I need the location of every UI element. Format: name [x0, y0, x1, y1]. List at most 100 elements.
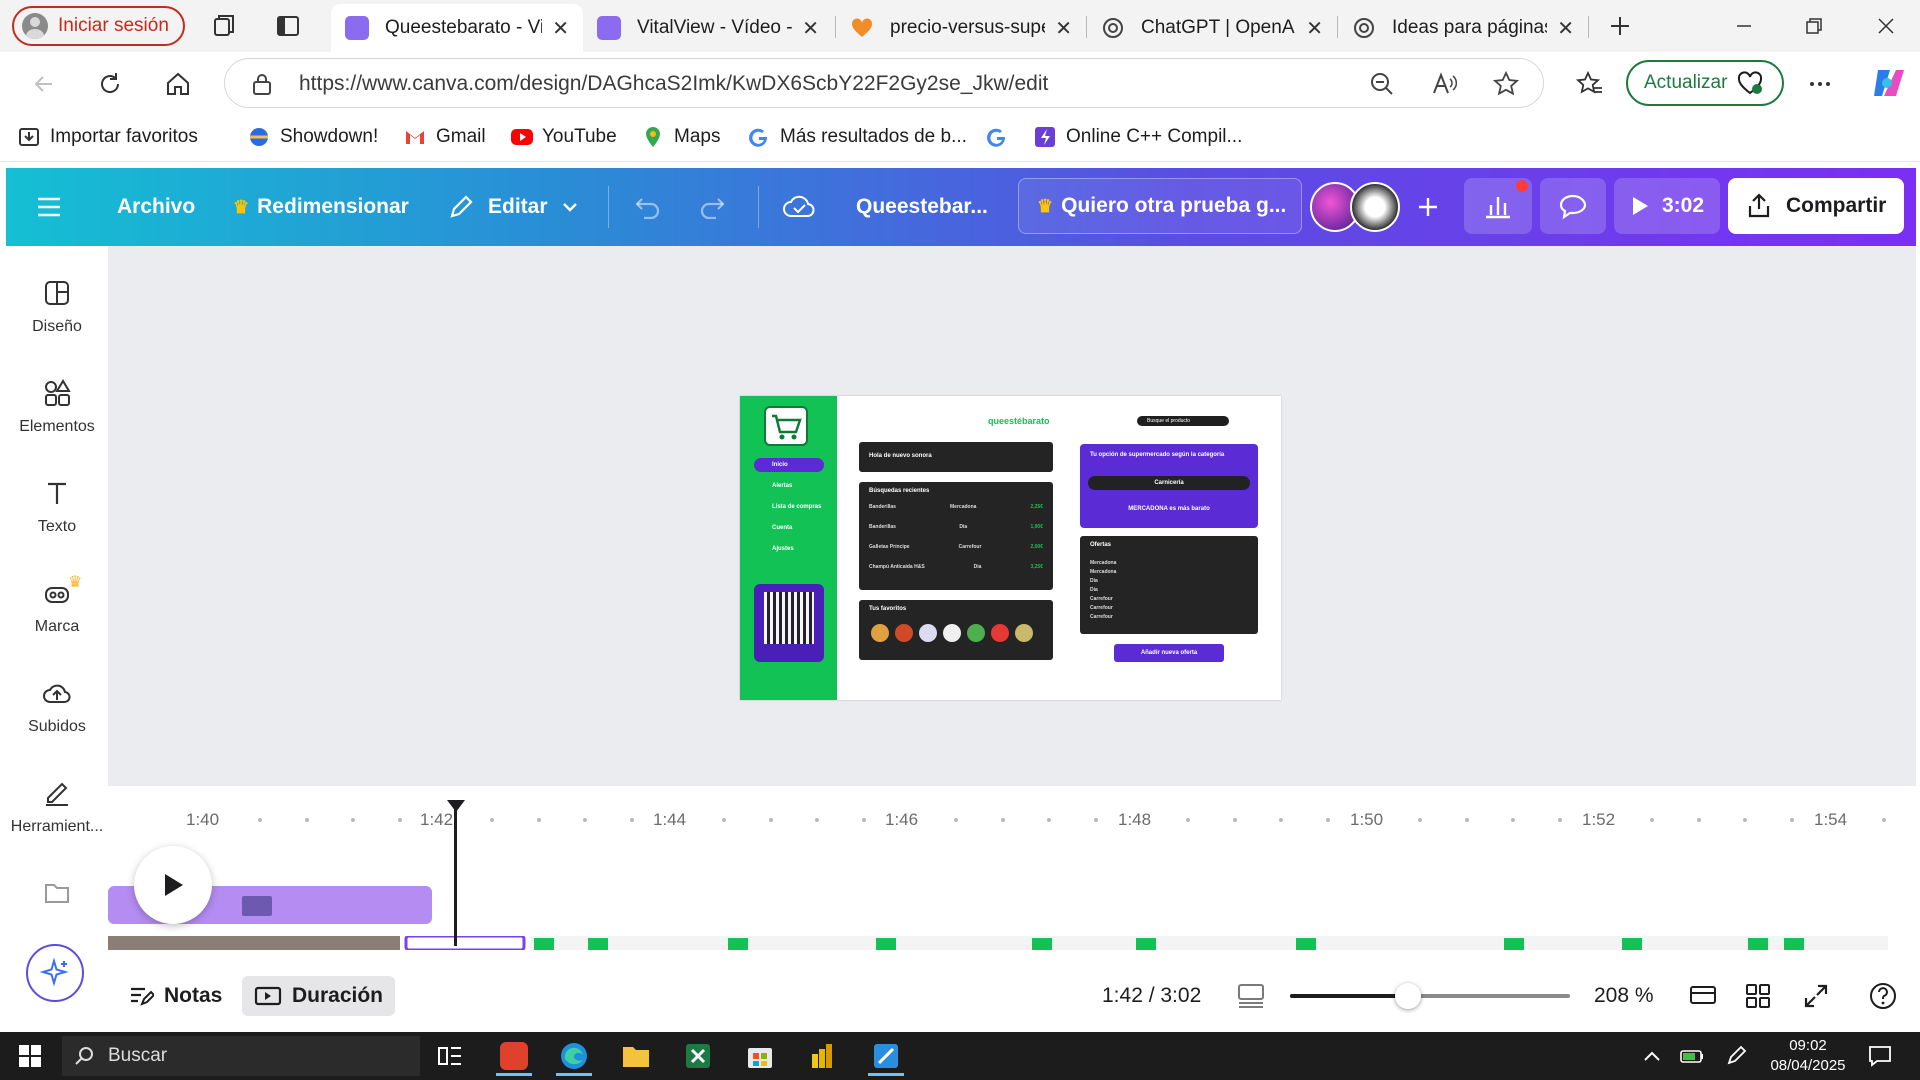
- menu-icon[interactable]: [36, 168, 62, 246]
- close-window-button[interactable]: [1868, 10, 1904, 42]
- zoom-out-icon[interactable]: [1369, 71, 1395, 97]
- tab-vitalview[interactable]: VitalView - Vídeo - ✕: [583, 4, 833, 52]
- close-tab-icon[interactable]: ✕: [1055, 16, 1072, 41]
- bookmark-showdown[interactable]: Showdown!: [248, 126, 378, 148]
- design-nav-ajustes: Ajustes: [772, 546, 794, 552]
- battery-icon[interactable]: [1668, 1036, 1716, 1076]
- notifications-icon[interactable]: [1856, 1036, 1904, 1076]
- url-bar[interactable]: https://www.canva.com/design/DAGhcaS2Imk…: [224, 58, 1544, 108]
- timeline-tick: 1:42: [420, 810, 454, 829]
- home-icon[interactable]: [164, 70, 192, 98]
- timeline-minor-tick: [629, 818, 634, 822]
- tab-queestebarato[interactable]: Queestebarato - Vi ✕: [331, 4, 583, 52]
- sidebar-item-elementos[interactable]: Elementos: [6, 378, 108, 436]
- close-tab-icon[interactable]: ✕: [1306, 16, 1323, 41]
- lock-icon[interactable]: [251, 72, 273, 96]
- excel-icon[interactable]: [674, 1036, 722, 1076]
- paint-icon[interactable]: [862, 1036, 910, 1076]
- sidebar-item-subidos[interactable]: Subidos: [6, 678, 108, 736]
- zoom-percentage[interactable]: 208 %: [1594, 976, 1654, 1016]
- sidebar-item-proyectos[interactable]: [6, 878, 108, 918]
- pen-icon[interactable]: [1712, 1036, 1760, 1076]
- undo-icon[interactable]: [634, 168, 662, 246]
- comments-button[interactable]: [1540, 178, 1606, 234]
- taskbar-search[interactable]: Buscar: [62, 1036, 420, 1076]
- add-collaborator-icon[interactable]: [1416, 168, 1440, 246]
- sidebar-item-herramientas[interactable]: Herramient...: [6, 778, 108, 836]
- cloud-saved-icon[interactable]: [782, 168, 816, 246]
- archivo-menu[interactable]: Archivo: [117, 168, 195, 246]
- promo-button[interactable]: ♛ Quiero otra prueba g...: [1018, 178, 1302, 234]
- fullscreen-icon[interactable]: [1802, 976, 1830, 1016]
- sidebar-item-marca[interactable]: ♛ Marca: [6, 574, 108, 636]
- close-tab-icon[interactable]: ✕: [552, 16, 569, 41]
- new-tab-button[interactable]: [1602, 10, 1638, 42]
- analytics-button[interactable]: [1464, 178, 1532, 234]
- presenter-view-icon[interactable]: [1688, 976, 1718, 1016]
- close-tab-icon[interactable]: ✕: [1557, 16, 1574, 41]
- bookmark-google[interactable]: [986, 126, 1018, 148]
- copilot-icon[interactable]: [1870, 66, 1904, 100]
- zoom-slider-handle[interactable]: [1394, 983, 1421, 1009]
- magic-assistant-button[interactable]: [26, 944, 84, 1002]
- tab-chatgpt[interactable]: ChatGPT | OpenAI ✕: [1087, 4, 1337, 52]
- app-red-icon[interactable]: [490, 1036, 538, 1076]
- present-button[interactable]: 3:02: [1614, 178, 1720, 234]
- favorite-product-icon: [871, 624, 889, 642]
- reload-icon[interactable]: [96, 70, 124, 98]
- url-text[interactable]: https://www.canva.com/design/DAGhcaS2Imk…: [299, 72, 1048, 96]
- power-bi-icon[interactable]: [798, 1036, 846, 1076]
- sidebar-item-diseno[interactable]: Diseño: [6, 278, 108, 336]
- favorites-icon[interactable]: [1576, 70, 1604, 98]
- openai-icon: [1101, 16, 1125, 40]
- bookmark-import[interactable]: Importar favoritos: [18, 126, 198, 148]
- microsoft-store-icon[interactable]: [736, 1036, 784, 1076]
- bookmark-youtube[interactable]: YouTube: [510, 126, 617, 148]
- task-view-icon[interactable]: [426, 1036, 474, 1076]
- workspaces-icon[interactable]: [210, 12, 238, 40]
- play-button[interactable]: [134, 846, 212, 924]
- file-explorer-icon[interactable]: [612, 1036, 660, 1076]
- tab-ideas-paginas[interactable]: Ideas para páginas ✕: [1338, 4, 1588, 52]
- bookmark-online-cpp[interactable]: Online C++ Compil...: [1034, 126, 1242, 148]
- bookmark-gmail[interactable]: Gmail: [404, 126, 486, 148]
- close-tab-icon[interactable]: ✕: [802, 16, 819, 41]
- bookmark-mas-resultados[interactable]: Más resultados de b...: [748, 126, 967, 148]
- bookmark-maps[interactable]: Maps: [642, 126, 720, 148]
- page-view-icon[interactable]: [1236, 976, 1266, 1016]
- favorite-product-icon: [919, 624, 937, 642]
- sidebar-item-texto[interactable]: Texto: [6, 478, 108, 536]
- duration-button[interactable]: Duración: [242, 976, 396, 1016]
- taskbar-clock[interactable]: 09:02 08/04/2025: [1768, 1036, 1848, 1076]
- collaborator-avatars[interactable]: [1310, 168, 1400, 246]
- timeline[interactable]: 1:40 1:42 1:44 1:46 1:48 1:50 1:52 1:54: [108, 786, 1916, 950]
- editar-menu[interactable]: Editar: [448, 168, 578, 246]
- update-button[interactable]: Actualizar: [1626, 60, 1784, 106]
- design-page[interactable]: Inicio Alertas Lista de compras Cuenta A…: [740, 396, 1281, 700]
- design-title[interactable]: Queestebar...: [856, 168, 988, 246]
- edge-browser-icon[interactable]: [550, 1036, 598, 1076]
- tab-precio-versus[interactable]: precio-versus-supe ✕: [836, 4, 1086, 52]
- restore-button[interactable]: [1796, 10, 1832, 42]
- minimize-button[interactable]: [1726, 10, 1762, 42]
- video-track-strip[interactable]: [108, 936, 1888, 950]
- redo-icon[interactable]: [698, 168, 726, 246]
- profile-button[interactable]: Iniciar sesión: [12, 6, 185, 46]
- notes-button[interactable]: Notas: [128, 976, 222, 1016]
- chevron-down-icon: [562, 202, 578, 212]
- windows-start-icon[interactable]: [6, 1036, 54, 1076]
- zoom-slider[interactable]: [1290, 983, 1570, 1009]
- more-options-icon[interactable]: [1806, 70, 1834, 98]
- windows-taskbar: Buscar 09:02 08/04/2025: [0, 1032, 1920, 1080]
- playhead[interactable]: [454, 806, 457, 946]
- vertical-tabs-icon[interactable]: [274, 12, 302, 40]
- share-button[interactable]: Compartir: [1728, 178, 1904, 234]
- timeline-minor-tick: [1279, 818, 1284, 822]
- redimensionar-button[interactable]: ♛ Redimensionar: [233, 168, 409, 246]
- grid-view-icon[interactable]: [1744, 976, 1772, 1016]
- favorite-star-icon[interactable]: [1493, 71, 1519, 97]
- back-icon[interactable]: [30, 70, 58, 98]
- help-icon[interactable]: [1868, 976, 1898, 1016]
- favorite-product-icon: [943, 624, 961, 642]
- read-aloud-icon[interactable]: [1431, 71, 1457, 97]
